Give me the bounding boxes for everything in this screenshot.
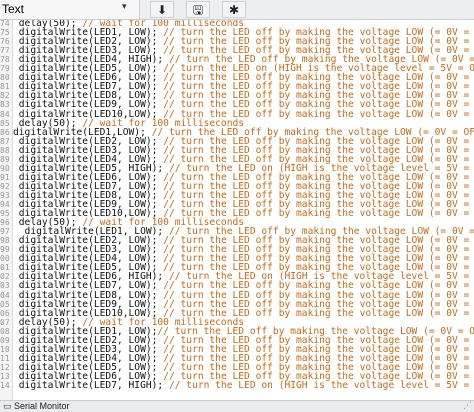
code-statement: digitalWrite(LED7, HIGH);	[13, 380, 169, 391]
code-editor[interactable]: 74 delay(50); // wait for 100 millisecon…	[0, 20, 474, 400]
code-text: digitalWrite(LED7, HIGH); // turn the LE…	[13, 380, 474, 391]
line-number: 14	[0, 381, 10, 390]
editor-toolbar: Text ▾ ⬇ 🖫 ✱	[0, 0, 474, 20]
save-button[interactable]: 🖫	[186, 1, 210, 18]
chevron-down-icon: ▾	[122, 2, 127, 12]
bug-icon: ✱	[228, 3, 240, 17]
type-select-value: Text	[2, 2, 25, 16]
status-bar: ▭ Serial Monitor ⋰	[0, 400, 474, 412]
save-icon: 🖫	[192, 3, 204, 17]
debug-button[interactable]: ✱	[222, 1, 246, 18]
serial-monitor-icon: ▭	[3, 402, 12, 412]
download-icon: ⬇	[156, 3, 168, 17]
download-button[interactable]: ⬇	[150, 1, 174, 18]
resize-grip-icon[interactable]: ⋰	[463, 401, 472, 411]
serial-monitor-tab[interactable]: Serial Monitor	[14, 401, 70, 411]
type-select[interactable]: Text ▾	[0, 0, 140, 19]
code-comment: // turn the LED on (HIGH is the voltage …	[168, 380, 474, 391]
